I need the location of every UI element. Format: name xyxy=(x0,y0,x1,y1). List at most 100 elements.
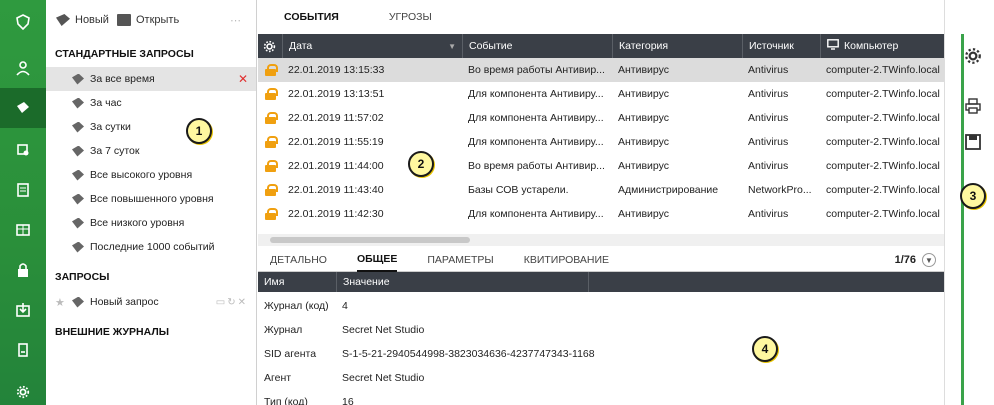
horizontal-scrollbar[interactable] xyxy=(258,234,944,246)
lock-icon xyxy=(258,106,282,130)
standard-query-item[interactable]: Все низкого уровня xyxy=(46,211,256,235)
accent-divider xyxy=(961,34,964,405)
table-row[interactable]: 22.01.2019 11:44:00 Во время работы Антив… xyxy=(258,154,944,178)
standard-query-label: Все низкого уровня xyxy=(90,217,185,229)
column-name[interactable]: Имя xyxy=(258,272,336,292)
detail-row[interactable]: Агент Secret Net Studio xyxy=(258,366,944,390)
main-tabs: СОБЫТИЯ УГРОЗЫ xyxy=(258,0,944,34)
detail-grid-header: Имя Значение xyxy=(258,272,944,292)
standard-queries-list: За все время ✕ За час За сутки За 7 суток Все… xyxy=(46,67,256,259)
shield-icon[interactable] xyxy=(0,2,46,42)
table-cell: computer-2.TWinfo.local xyxy=(826,64,940,76)
table-cell: Во время работы Антивир... xyxy=(468,160,605,172)
app-window: Новый Открыть ⋯ СТАНДАРТНЫЕ ЗАПРОСЫ За в… xyxy=(0,0,994,405)
table-row[interactable]: 22.01.2019 11:55:19 Для компонента Антиви… xyxy=(258,130,944,154)
column-source[interactable]: Источник xyxy=(742,34,820,58)
table-row[interactable]: 22.01.2019 11:42:30 Для компонента Антиви… xyxy=(258,202,944,226)
table-cell: Для компонента Антивиру... xyxy=(468,88,604,100)
alert-icon[interactable] xyxy=(0,330,46,370)
lock-icon[interactable] xyxy=(0,250,46,290)
new-query-button[interactable]: Новый xyxy=(56,14,109,26)
column-settings-icon[interactable] xyxy=(258,34,282,58)
more-icon[interactable]: ⋯ xyxy=(230,14,242,27)
open-query-button[interactable]: Открыть xyxy=(116,14,179,26)
close-icon[interactable]: ✕ xyxy=(238,72,248,86)
detail-row[interactable]: Журнал Secret Net Studio xyxy=(258,318,944,342)
detail-row[interactable]: Журнал (код) 4 xyxy=(258,294,944,318)
table-cell: computer-2.TWinfo.local xyxy=(826,184,940,196)
lock-glyph xyxy=(265,88,278,100)
standard-query-item[interactable]: За 7 суток xyxy=(46,139,256,163)
detail-value-cell: Secret Net Studio xyxy=(342,324,425,336)
users-icon[interactable] xyxy=(0,48,46,88)
standard-query-item[interactable]: Все высокого уровня xyxy=(46,163,256,187)
detail-row[interactable]: Тип (код) 16 xyxy=(258,390,944,405)
callout-2: 2 xyxy=(408,151,434,177)
tab-detail[interactable]: ДЕТАЛЬНО xyxy=(270,248,327,272)
standard-query-item[interactable]: За все время ✕ xyxy=(46,67,256,91)
grid-icon[interactable] xyxy=(0,210,46,250)
lock-icon xyxy=(258,202,282,226)
events-icon[interactable] xyxy=(0,88,46,128)
standard-query-label: За все время xyxy=(90,73,155,85)
detail-name-cell: Агент xyxy=(264,372,292,384)
settings-icon[interactable] xyxy=(961,44,985,68)
table-cell: Для компонента Антивиру... xyxy=(468,112,604,124)
computer-icon[interactable] xyxy=(0,130,46,170)
detail-row[interactable]: SID агента S-1-5-21-2940544998-3823034636… xyxy=(258,342,944,366)
standard-query-item[interactable]: За сутки xyxy=(46,115,256,139)
lock-glyph xyxy=(265,136,278,148)
chevron-down-icon[interactable]: ▼ xyxy=(922,253,936,267)
download-icon[interactable] xyxy=(0,290,46,330)
table-row[interactable]: 22.01.2019 11:57:02 Для компонента Антиви… xyxy=(258,106,944,130)
horizontal-scroll-thumb[interactable] xyxy=(270,237,470,243)
standard-query-label: Все высокого уровня xyxy=(90,169,193,181)
print-icon[interactable] xyxy=(961,94,985,118)
column-event[interactable]: Событие xyxy=(462,34,612,58)
detail-name-cell: Тип (код) xyxy=(264,396,308,405)
tab-parameters[interactable]: ПАРАМЕТРЫ xyxy=(427,248,493,272)
table-cell: Антивирус xyxy=(618,208,670,220)
detail-tabs: ДЕТАЛЬНО ОБЩЕЕ ПАРАМЕТРЫ КВИТИРОВАНИЕ 1/… xyxy=(258,248,944,272)
column-date[interactable]: Дата ▼ xyxy=(282,34,462,58)
standard-query-item[interactable]: Все повышенного уровня xyxy=(46,187,256,211)
table-cell: Antivirus xyxy=(748,208,789,220)
folder-icon xyxy=(116,14,131,26)
column-category[interactable]: Категория xyxy=(612,34,742,58)
query-icon xyxy=(72,193,84,205)
column-date-label: Дата xyxy=(289,40,313,52)
tab-general[interactable]: ОБЩЕЕ xyxy=(356,248,398,272)
table-cell: 22.01.2019 13:13:51 xyxy=(288,88,385,100)
column-computer[interactable]: Компьютер xyxy=(820,34,944,58)
standard-query-item[interactable]: За час xyxy=(46,91,256,115)
list-icon[interactable] xyxy=(0,170,46,210)
table-row[interactable]: 22.01.2019 13:13:51 Для компонента Антиви… xyxy=(258,82,944,106)
table-row[interactable]: 22.01.2019 13:15:33 Во время работы Антив… xyxy=(258,58,944,82)
main-area: СОБЫТИЯ УГРОЗЫ Дата ▼ Событие Категория … xyxy=(258,0,944,405)
save-icon[interactable] xyxy=(961,130,985,154)
standard-query-item[interactable]: Последние 1000 событий xyxy=(46,235,256,259)
column-computer-label: Компьютер xyxy=(844,40,899,52)
table-cell: computer-2.TWinfo.local xyxy=(826,160,940,172)
column-value[interactable]: Значение xyxy=(336,272,588,292)
lock-icon xyxy=(258,178,282,202)
tab-events[interactable]: СОБЫТИЯ xyxy=(284,0,339,34)
standard-queries-header: СТАНДАРТНЫЕ ЗАПРОСЫ xyxy=(55,48,194,60)
star-icon[interactable]: ★ xyxy=(55,296,65,309)
table-cell: Антивирус xyxy=(618,64,670,76)
table-row[interactable]: 22.01.2019 11:43:40 Базы СОВ устарели. Адм… xyxy=(258,178,944,202)
tab-acknowledgement[interactable]: КВИТИРОВАНИЕ xyxy=(524,248,609,272)
query-actions-icons[interactable]: ▭↻✕ xyxy=(216,297,248,308)
detail-name-cell: SID агента xyxy=(264,348,317,360)
standard-query-label: Все повышенного уровня xyxy=(90,193,214,205)
query-icon xyxy=(72,121,84,133)
detail-name-cell: Журнал xyxy=(264,324,303,336)
tab-threats[interactable]: УГРОЗЫ xyxy=(389,0,432,34)
gear-icon[interactable] xyxy=(0,372,46,405)
custom-query-item[interactable]: ★ Новый запрос ▭↻✕ xyxy=(46,290,256,314)
lock-icon xyxy=(258,154,282,178)
pager-count: 1/76 xyxy=(894,254,916,266)
query-icon xyxy=(72,217,84,229)
query-toolbar: Новый Открыть ⋯ xyxy=(46,0,256,40)
lock-icon xyxy=(258,130,282,154)
